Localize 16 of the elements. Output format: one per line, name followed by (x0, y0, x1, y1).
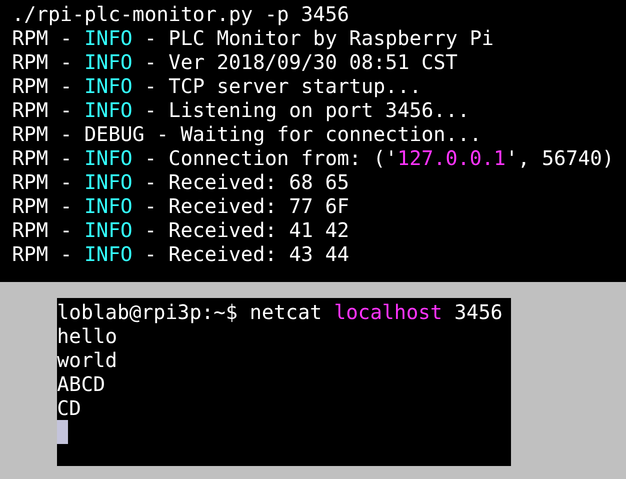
terminal-line: CD (57, 396, 82, 420)
terminal-line: RPM - INFO - PLC Monitor by Raspberry Pi (12, 26, 495, 50)
terminal-line: RPM - INFO - Received: 43 44 (12, 242, 350, 266)
terminal-line: RPM - INFO - TCP server startup... (12, 74, 422, 98)
terminal-line: RPM - INFO - Received: 68 65 (12, 170, 350, 194)
terminal-line: RPM - INFO - Received: 77 6F (12, 194, 350, 218)
terminal-line: hello (57, 324, 118, 348)
terminal-line: world (57, 348, 118, 372)
terminal-line: ./rpi-plc-monitor.py -p 3456 (12, 2, 350, 26)
terminal-line: RPM - INFO - Connection from: ('127.0.0.1', 56740) (12, 146, 616, 170)
terminal-line: RPM - INFO - Received: 41 42 (12, 218, 350, 242)
terminal-line: loblab@rpi3p:~$ netcat localhost 3456 (57, 300, 504, 324)
terminal-line: RPM - INFO - Listening on port 3456... (12, 98, 471, 122)
terminal-line: RPM - INFO - Ver 2018/09/30 08:51 CST (12, 50, 459, 74)
terminal-line: RPM - DEBUG - Waiting for connection... (12, 122, 483, 146)
terminal-line: ABCD (57, 372, 106, 396)
